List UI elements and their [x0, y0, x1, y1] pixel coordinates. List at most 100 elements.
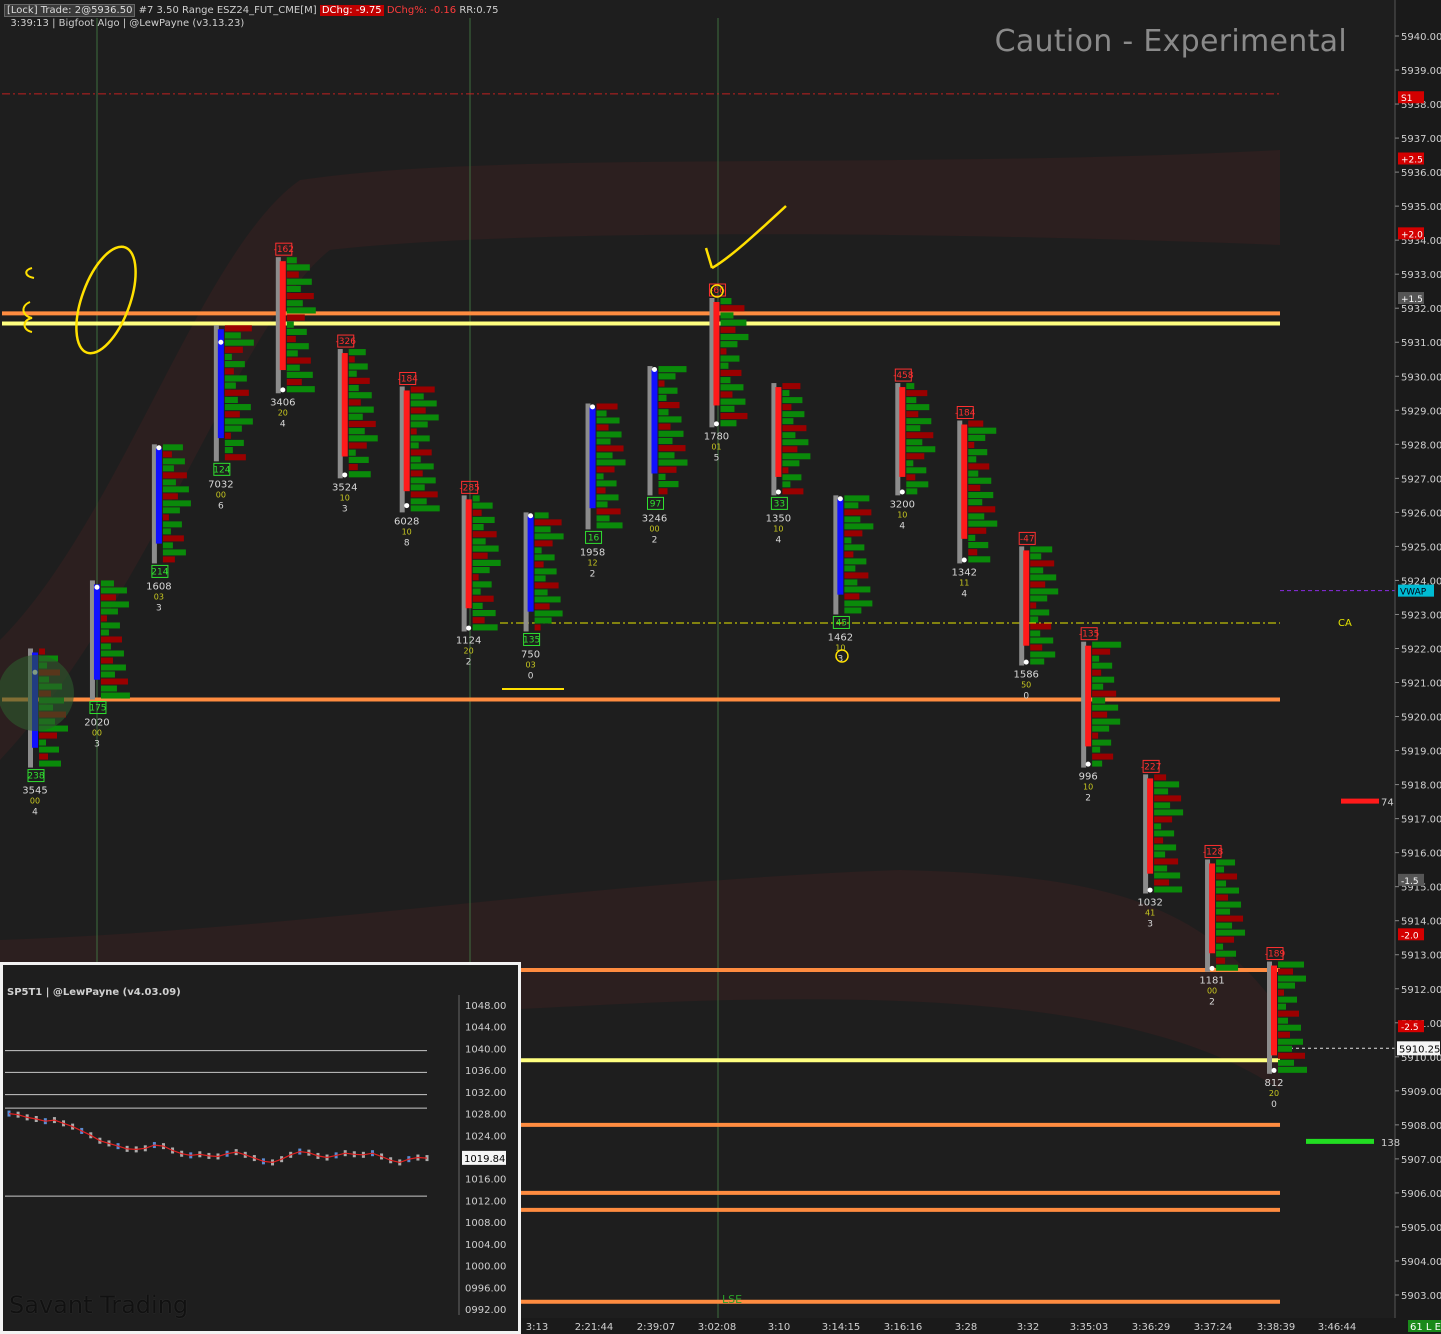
footprint-row	[1092, 662, 1113, 669]
footprint-row	[472, 495, 480, 502]
day-change-badge: DChg: -9.75	[319, 5, 384, 16]
footprint-row	[1092, 697, 1106, 704]
footprint-row	[1154, 886, 1183, 893]
footprint-row	[410, 470, 423, 477]
footprint-row	[1154, 879, 1170, 886]
lse-label: LSE	[722, 1293, 742, 1306]
time-end-label: 61 L E	[1410, 1322, 1441, 1333]
footprint-row	[100, 636, 122, 643]
footprint-row	[410, 435, 430, 442]
footprint-row	[39, 648, 45, 655]
footprint-row	[100, 601, 129, 608]
footprint-row	[162, 549, 186, 556]
volume-label: 1032	[1137, 897, 1162, 908]
clock-time: 3:39:13	[10, 18, 49, 29]
bar-body	[1147, 778, 1154, 874]
footprint-row	[658, 459, 688, 466]
footprint-row	[968, 534, 976, 541]
footprint-row	[782, 425, 807, 432]
footprint-row	[1278, 1024, 1301, 1031]
footprint-row	[472, 581, 492, 588]
footprint-row	[162, 514, 169, 521]
footprint-row	[162, 521, 182, 528]
trade-count-label: 4	[280, 419, 286, 429]
footprint-row	[596, 515, 610, 522]
close-marker	[652, 366, 657, 372]
side-value-label: 74	[1381, 798, 1394, 809]
footprint-row	[162, 444, 183, 451]
footprint-row	[906, 446, 936, 453]
footprint-row	[1278, 975, 1306, 982]
volume-label: 2020	[84, 718, 109, 729]
footprint-row	[472, 545, 499, 552]
rr-label: RR:0.75	[459, 5, 499, 16]
footprint-row	[844, 530, 863, 537]
delta-label: -227	[1141, 762, 1161, 772]
footprint-row	[1216, 950, 1237, 957]
footprint-row	[844, 523, 874, 530]
footprint-row	[720, 319, 747, 326]
sub-count-label: 20	[1269, 1089, 1279, 1098]
footprint-row	[658, 366, 687, 373]
footprint-row	[1092, 704, 1119, 711]
current-price-label: 5910.25	[1399, 1044, 1440, 1055]
footprint-row	[100, 664, 126, 671]
price-tick-label: 5935.00	[1401, 202, 1441, 213]
sub-count-label: 00	[92, 729, 102, 738]
mini-chart-canvas[interactable]: 1048.00 1044.00 1040.00 1036.00 1032.00 1028.…	[3, 965, 518, 1331]
footprint-row	[782, 446, 798, 453]
footprint-row	[658, 416, 682, 423]
footprint-row	[596, 487, 606, 494]
footprint-row	[844, 579, 858, 586]
trade-count-label: 2	[466, 657, 472, 667]
footprint-row	[286, 343, 309, 350]
footprint-row	[1154, 865, 1168, 872]
close-marker	[218, 339, 224, 345]
lock-trade-button[interactable]: [Lock] Trade: 2@5936.50	[4, 4, 136, 17]
bar-body	[403, 390, 410, 492]
mini-axis-label: 1048.00	[465, 1001, 506, 1012]
footprint-row	[472, 538, 486, 545]
footprint-row	[844, 558, 867, 565]
footprint-row	[410, 491, 438, 498]
footprint-row	[968, 527, 987, 534]
footprint-row	[1030, 623, 1052, 630]
footprint-row	[596, 459, 626, 466]
mini-axis-label: 1000.00	[465, 1262, 506, 1273]
footprint-row	[286, 364, 300, 371]
footprint-row	[782, 474, 802, 481]
volume-label: 1780	[704, 431, 729, 442]
footprint-row	[1216, 922, 1233, 929]
volume-label: 3200	[890, 499, 915, 510]
footprint-row	[782, 432, 796, 439]
footprint-row	[596, 417, 620, 424]
price-tick-label: 5913.00	[1401, 951, 1441, 962]
footprint-row	[844, 586, 871, 593]
footprint-row	[968, 456, 977, 463]
footprint-row	[658, 473, 666, 480]
price-tick-label: 5933.00	[1401, 270, 1441, 281]
mini-chart-panel[interactable]: SP5T1 | @LewPayne (v4.03.09) 1048.00 1044…	[0, 962, 521, 1334]
footprint-row	[906, 404, 930, 411]
footprint-row	[410, 393, 424, 400]
footprint-row	[348, 463, 358, 471]
footprint-row	[1030, 637, 1054, 644]
footprint-row	[720, 362, 729, 369]
price-tick-label: 5923.00	[1401, 610, 1441, 621]
sub-count-label: 00	[649, 524, 659, 533]
footprint-row	[1216, 894, 1229, 901]
footprint-row	[348, 442, 367, 449]
footprint-row	[472, 531, 497, 538]
footprint-row	[1092, 711, 1108, 718]
footprint-row	[100, 671, 115, 678]
time-tick-label: 3:38:39	[1257, 1322, 1296, 1333]
footprint-row	[224, 454, 246, 461]
footprint-row	[472, 516, 495, 524]
footprint-row	[906, 488, 918, 495]
footprint-row	[410, 442, 419, 449]
delta-label: 33	[774, 499, 785, 509]
footprint-row	[968, 420, 984, 427]
footprint-row	[162, 472, 187, 479]
delta-label: -135	[1079, 630, 1099, 640]
footprint-row	[658, 380, 665, 387]
